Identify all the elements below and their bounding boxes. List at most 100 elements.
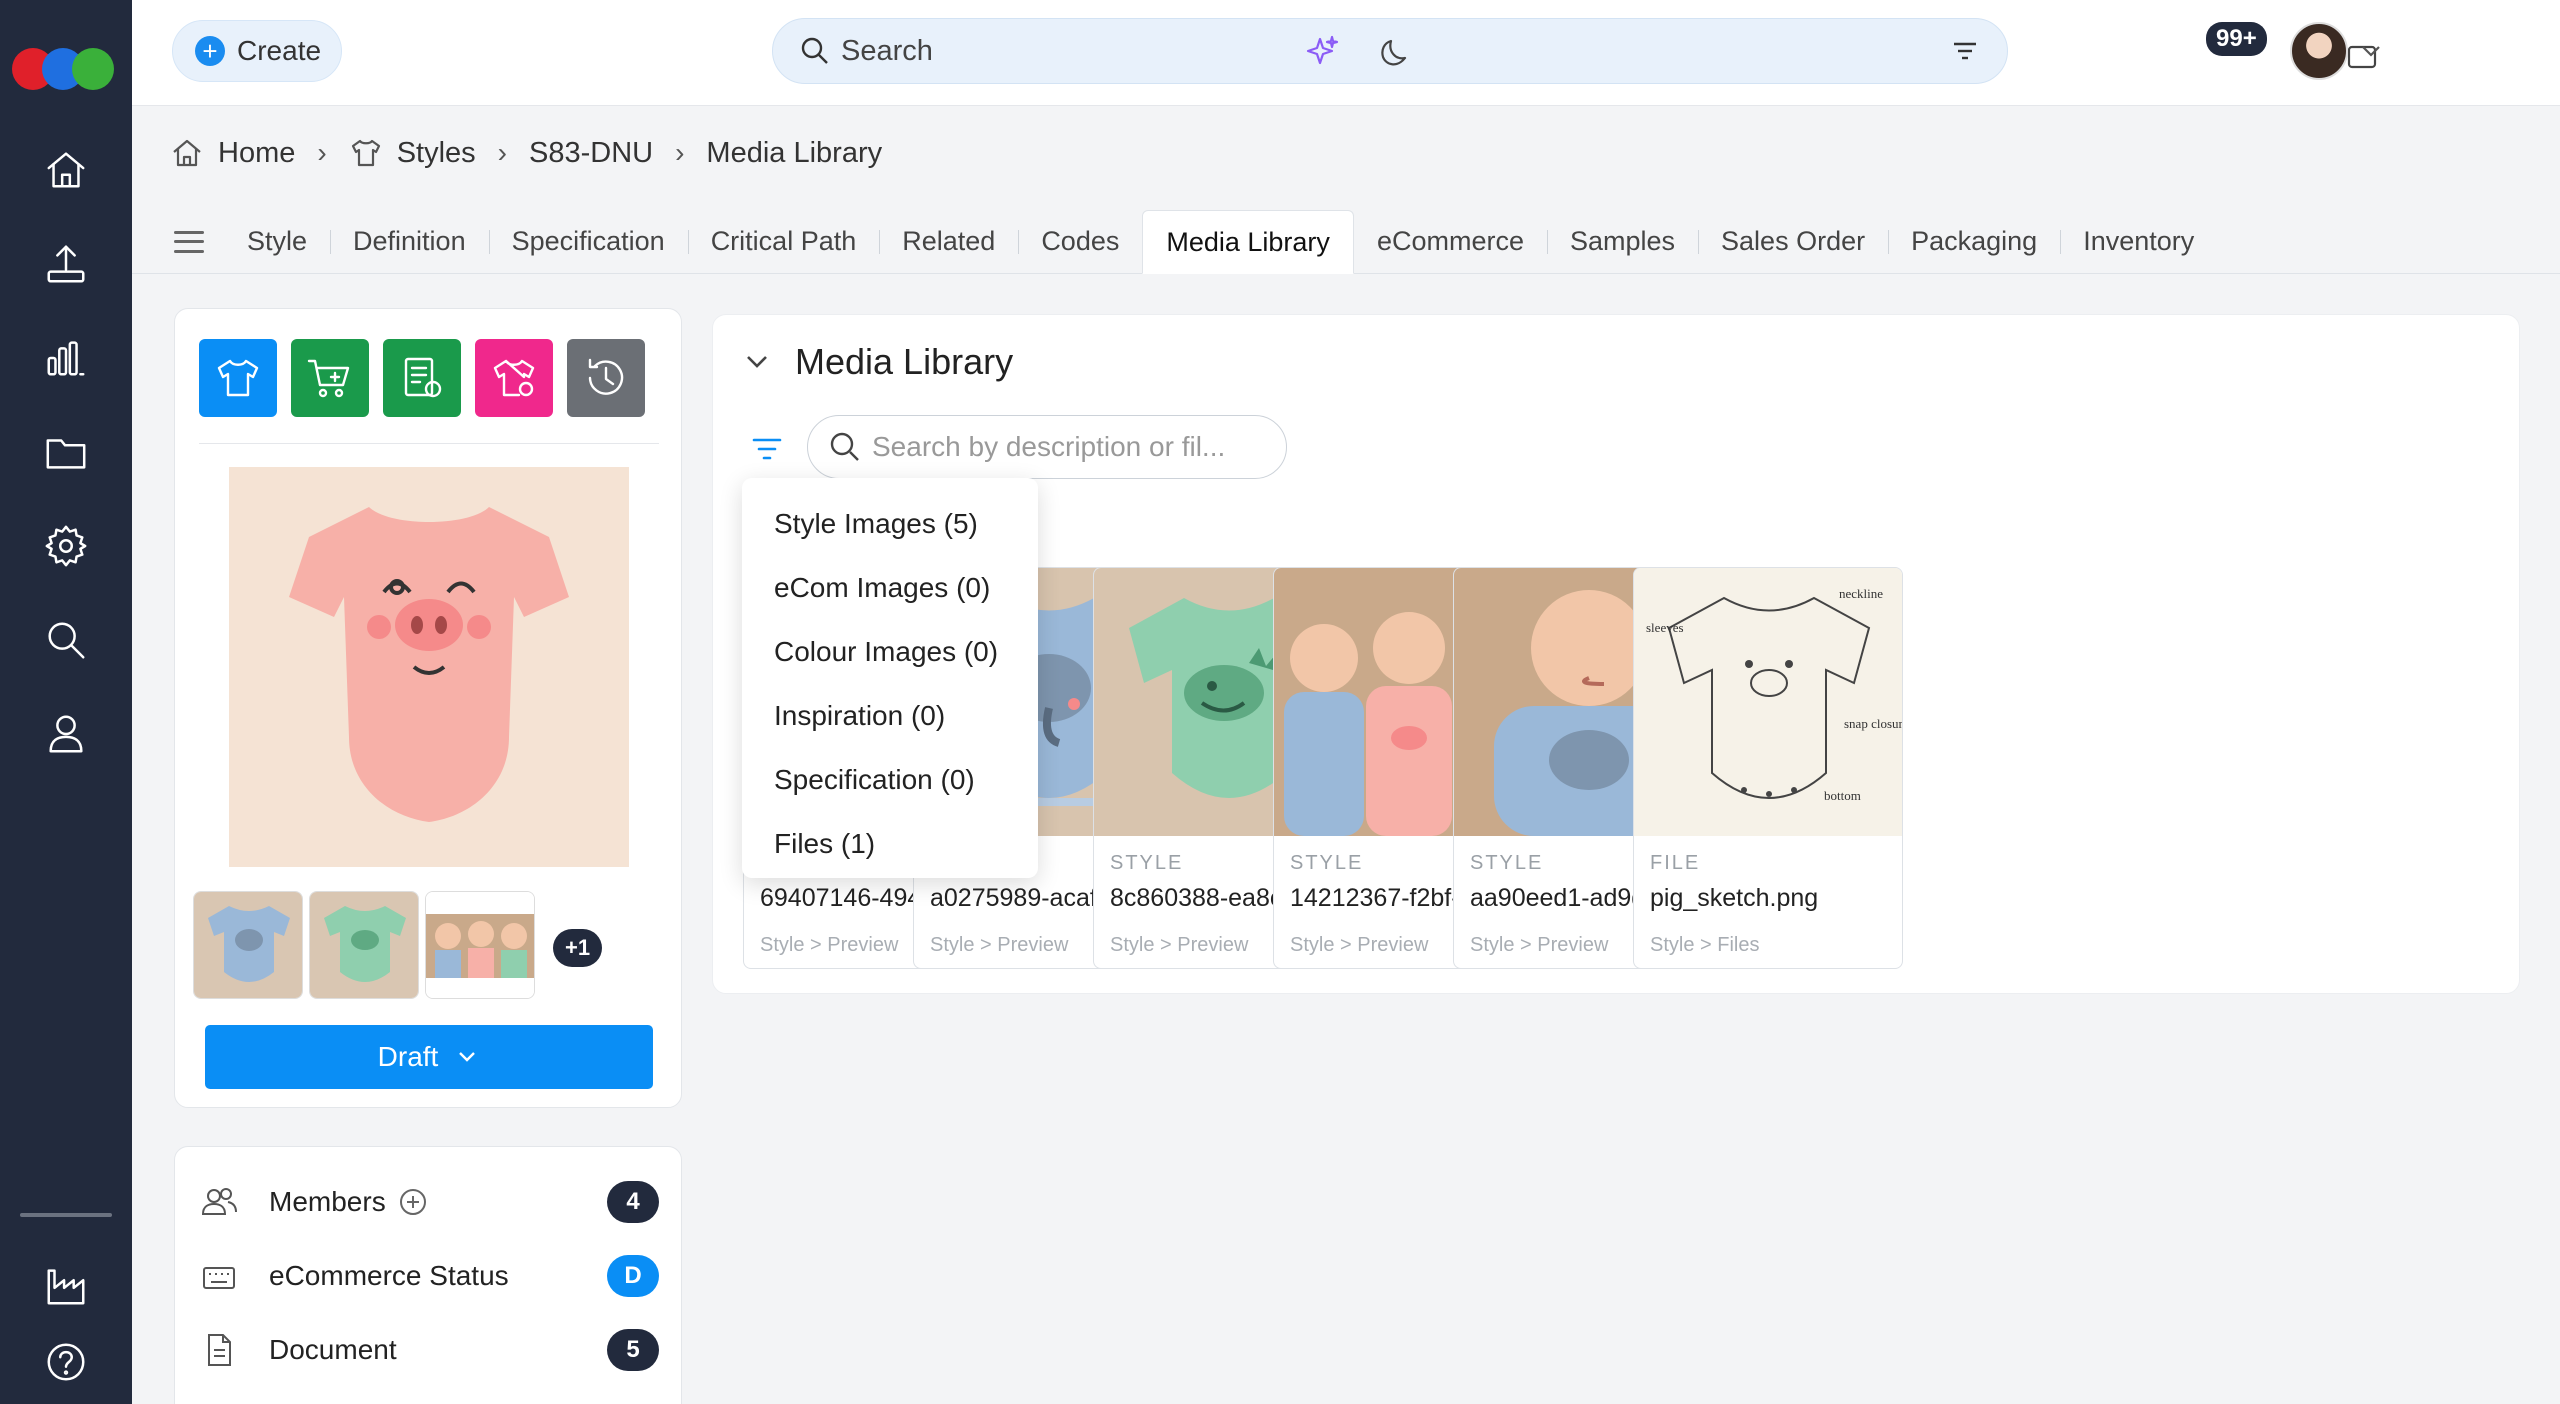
media-filename: pig_sketch.png: [1650, 884, 1819, 912]
thumbnail-elephant[interactable]: [193, 891, 303, 999]
app-logo[interactable]: [12, 48, 120, 90]
ecommerce-status-badge: D: [607, 1255, 659, 1297]
breadcrumb-current: Media Library: [706, 136, 883, 169]
media-path: Style > Preview: [1110, 934, 1249, 956]
settings-icon[interactable]: [36, 516, 96, 576]
create-label: Create: [237, 35, 322, 66]
breadcrumb-styles[interactable]: Styles: [349, 136, 476, 170]
media-path: Style > Files: [1650, 934, 1760, 956]
add-member-icon[interactable]: [398, 1187, 428, 1217]
tab-critical-path[interactable]: Critical Path: [687, 210, 880, 274]
thumbnail-dinosaur[interactable]: [309, 891, 419, 999]
chevron-down-icon: [459, 1052, 476, 1062]
breadcrumb-style-code[interactable]: S83-DNU: [529, 137, 653, 170]
media-path: Style > Preview: [760, 934, 899, 956]
sketch-label: snap closure: [1844, 716, 1903, 731]
media-thumbnail: neckline sleeves snap closure bottom: [1634, 568, 1903, 836]
shirt-icon: [217, 359, 259, 397]
cart-icon: [307, 359, 350, 398]
home-icon[interactable]: [36, 140, 96, 200]
filter-ecom-images[interactable]: eCom Images (0): [742, 556, 1038, 620]
media-path: Style > Preview: [1470, 934, 1609, 956]
user-icon[interactable]: [36, 704, 96, 764]
spec-action-button[interactable]: [383, 339, 461, 417]
breadcrumb: Home › Styles › S83-DNU › Media Library: [170, 128, 882, 178]
tab-bar: Style Definition Specification Critical …: [132, 210, 2560, 274]
filter-specification[interactable]: Specification (0): [742, 748, 1038, 812]
ecommerce-action-button[interactable]: [291, 339, 369, 417]
filter-icon[interactable]: [749, 431, 785, 467]
tab-ecommerce[interactable]: eCommerce: [1354, 210, 1547, 274]
tab-specification[interactable]: Specification: [488, 210, 688, 274]
create-button[interactable]: + Create: [172, 20, 342, 82]
search-nav-icon[interactable]: [36, 610, 96, 670]
filter-lines-icon[interactable]: [1949, 35, 1981, 67]
document-icon: [199, 1330, 239, 1370]
more-thumbnails-badge[interactable]: +1: [553, 929, 603, 967]
ai-sparkle-icon[interactable]: [1296, 26, 1348, 78]
tab-inventory[interactable]: Inventory: [2060, 210, 2217, 274]
keyboard-icon: [199, 1256, 239, 1296]
tab-media-library[interactable]: Media Library: [1142, 210, 1354, 274]
media-library-title: Media Library: [795, 341, 1014, 382]
history-icon: [588, 358, 624, 395]
media-search-input[interactable]: [872, 431, 1262, 463]
document-count: 5: [607, 1329, 659, 1371]
status-label: Draft: [377, 1041, 439, 1072]
top-bar: + Create 99+: [132, 0, 2560, 106]
moon-icon[interactable]: [1370, 26, 1422, 78]
tab-samples[interactable]: Samples: [1546, 210, 1698, 274]
style-main-image[interactable]: [229, 467, 629, 867]
shirt-small-icon: [351, 139, 380, 167]
sketch-label: sleeves: [1646, 620, 1684, 635]
document-row[interactable]: Document 5: [199, 1325, 659, 1375]
chevron-down-icon[interactable]: [2356, 36, 2386, 66]
breadcrumb-home[interactable]: Home: [170, 136, 295, 170]
media-search[interactable]: [807, 415, 1287, 479]
notification-badge: 99+: [2206, 22, 2267, 56]
media-library-header[interactable]: Media Library: [743, 341, 1013, 383]
media-path: Style > Preview: [1290, 934, 1429, 956]
tab-packaging[interactable]: Packaging: [1888, 210, 2060, 274]
upload-icon[interactable]: [36, 234, 96, 294]
history-action-button[interactable]: [567, 339, 645, 417]
filter-colour-images[interactable]: Colour Images (0): [742, 620, 1038, 684]
filter-inspiration[interactable]: Inspiration (0): [742, 684, 1038, 748]
media-tile[interactable]: neckline sleeves snap closure bottom FIL…: [1633, 567, 1903, 969]
filter-style-images[interactable]: Style Images (5): [742, 492, 1038, 556]
filter-files[interactable]: Files (1): [742, 812, 1038, 876]
reports-icon[interactable]: [36, 328, 96, 388]
avatar[interactable]: [2290, 22, 2348, 80]
members-row[interactable]: Members 4: [199, 1177, 659, 1227]
help-icon[interactable]: [36, 1332, 96, 1392]
tab-definition[interactable]: Definition: [330, 210, 489, 274]
style-summary-card: +1 Draft: [174, 308, 682, 1108]
plus-icon: +: [195, 36, 225, 66]
thumbnail-babies[interactable]: [425, 891, 535, 999]
spec-sheet-icon: [404, 357, 442, 398]
chevron-right-icon: ›: [497, 137, 507, 168]
search-icon: [801, 37, 828, 64]
tab-codes[interactable]: Codes: [1018, 210, 1142, 274]
nav-divider: [20, 1213, 112, 1217]
search-icon: [830, 432, 859, 461]
hamburger-menu-icon[interactable]: [174, 227, 204, 257]
tab-related[interactable]: Related: [879, 210, 1018, 274]
sketch-label: neckline: [1839, 586, 1883, 601]
folder-icon[interactable]: [36, 422, 96, 482]
members-count: 4: [607, 1181, 659, 1223]
sketch-label: bottom: [1824, 788, 1861, 803]
sample-action-button[interactable]: [475, 339, 553, 417]
tab-style[interactable]: Style: [224, 210, 330, 274]
home-small-icon: [173, 139, 201, 167]
chevron-right-icon: ›: [317, 137, 327, 168]
style-action-button[interactable]: [199, 339, 277, 417]
media-path: Style > Preview: [930, 934, 1069, 956]
chevron-down-icon: [747, 356, 767, 368]
shirt-settings-icon: [493, 359, 535, 397]
factory-icon[interactable]: [36, 1256, 96, 1316]
ecommerce-status-row[interactable]: eCommerce Status D: [199, 1251, 659, 1301]
left-nav: [0, 0, 132, 1404]
tab-sales-order[interactable]: Sales Order: [1698, 210, 1888, 274]
status-dropdown-button[interactable]: Draft: [205, 1025, 653, 1089]
